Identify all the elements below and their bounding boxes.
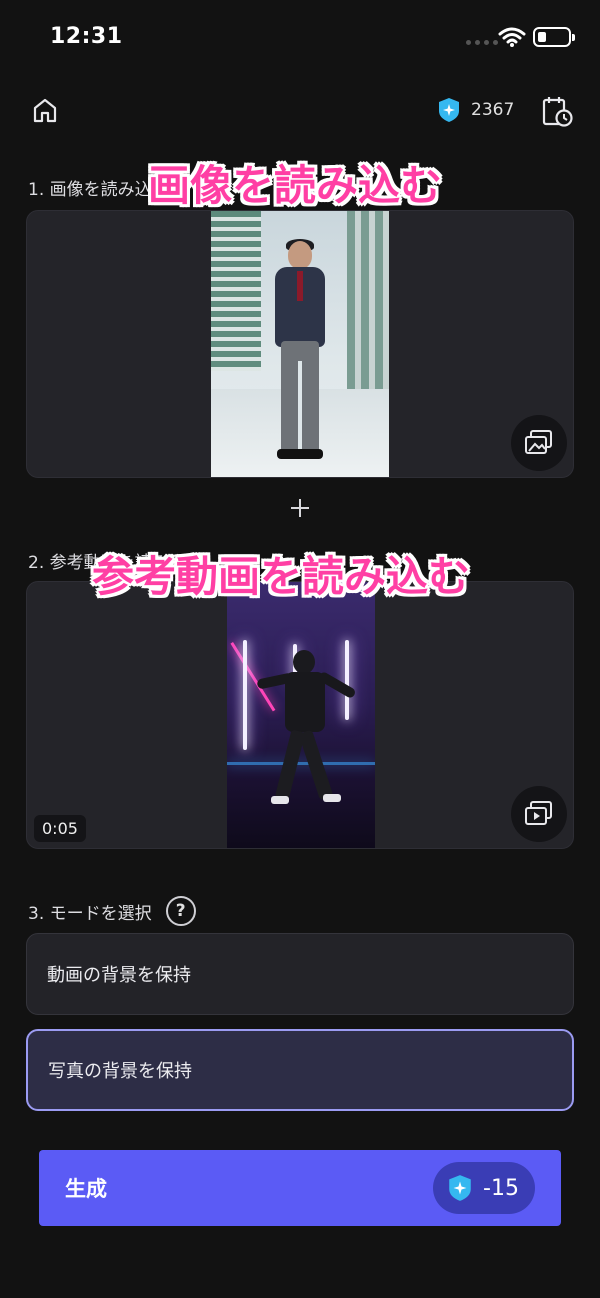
home-icon[interactable] xyxy=(30,95,60,125)
section-label-mode: 3. モードを選択 ? xyxy=(28,896,196,926)
change-image-button[interactable] xyxy=(511,415,567,471)
video-duration: 0:05 xyxy=(34,815,86,842)
status-bar: 12:31 xyxy=(0,0,600,75)
uploaded-photo xyxy=(211,211,389,477)
change-video-button[interactable] xyxy=(511,786,567,842)
annotation-upload-video: 参考動画を読み込む xyxy=(92,552,471,601)
cellular-signal-icon xyxy=(466,40,498,45)
mode-option-keep-photo-background[interactable]: 写真の背景を保持 xyxy=(26,1029,574,1111)
change-image-icon xyxy=(525,430,552,454)
battery-icon xyxy=(533,27,575,47)
generate-label: 生成 xyxy=(65,1177,107,1201)
wifi-icon xyxy=(498,27,526,47)
mode-option-keep-video-background[interactable]: 動画の背景を保持 xyxy=(26,933,574,1015)
video-upload-card[interactable]: 0:05 xyxy=(26,581,574,849)
change-video-icon xyxy=(525,801,552,825)
credit-badge-icon xyxy=(439,98,459,122)
image-upload-card[interactable] xyxy=(26,210,574,478)
plus-icon xyxy=(286,494,314,522)
help-icon[interactable]: ? xyxy=(165,896,196,926)
credit-count: 2367 xyxy=(471,100,515,120)
credit-badge-icon xyxy=(449,1175,471,1201)
cost-pill: -15 xyxy=(433,1162,535,1214)
credit-balance[interactable]: 2367 xyxy=(437,96,514,124)
annotation-upload-image: 画像を読み込む xyxy=(148,161,443,210)
cost-value: -15 xyxy=(483,1175,519,1201)
generate-button[interactable]: 生成 -15 xyxy=(39,1150,561,1226)
reference-video-thumbnail xyxy=(227,582,375,848)
status-time: 12:31 xyxy=(50,24,123,49)
history-icon[interactable] xyxy=(540,94,574,128)
